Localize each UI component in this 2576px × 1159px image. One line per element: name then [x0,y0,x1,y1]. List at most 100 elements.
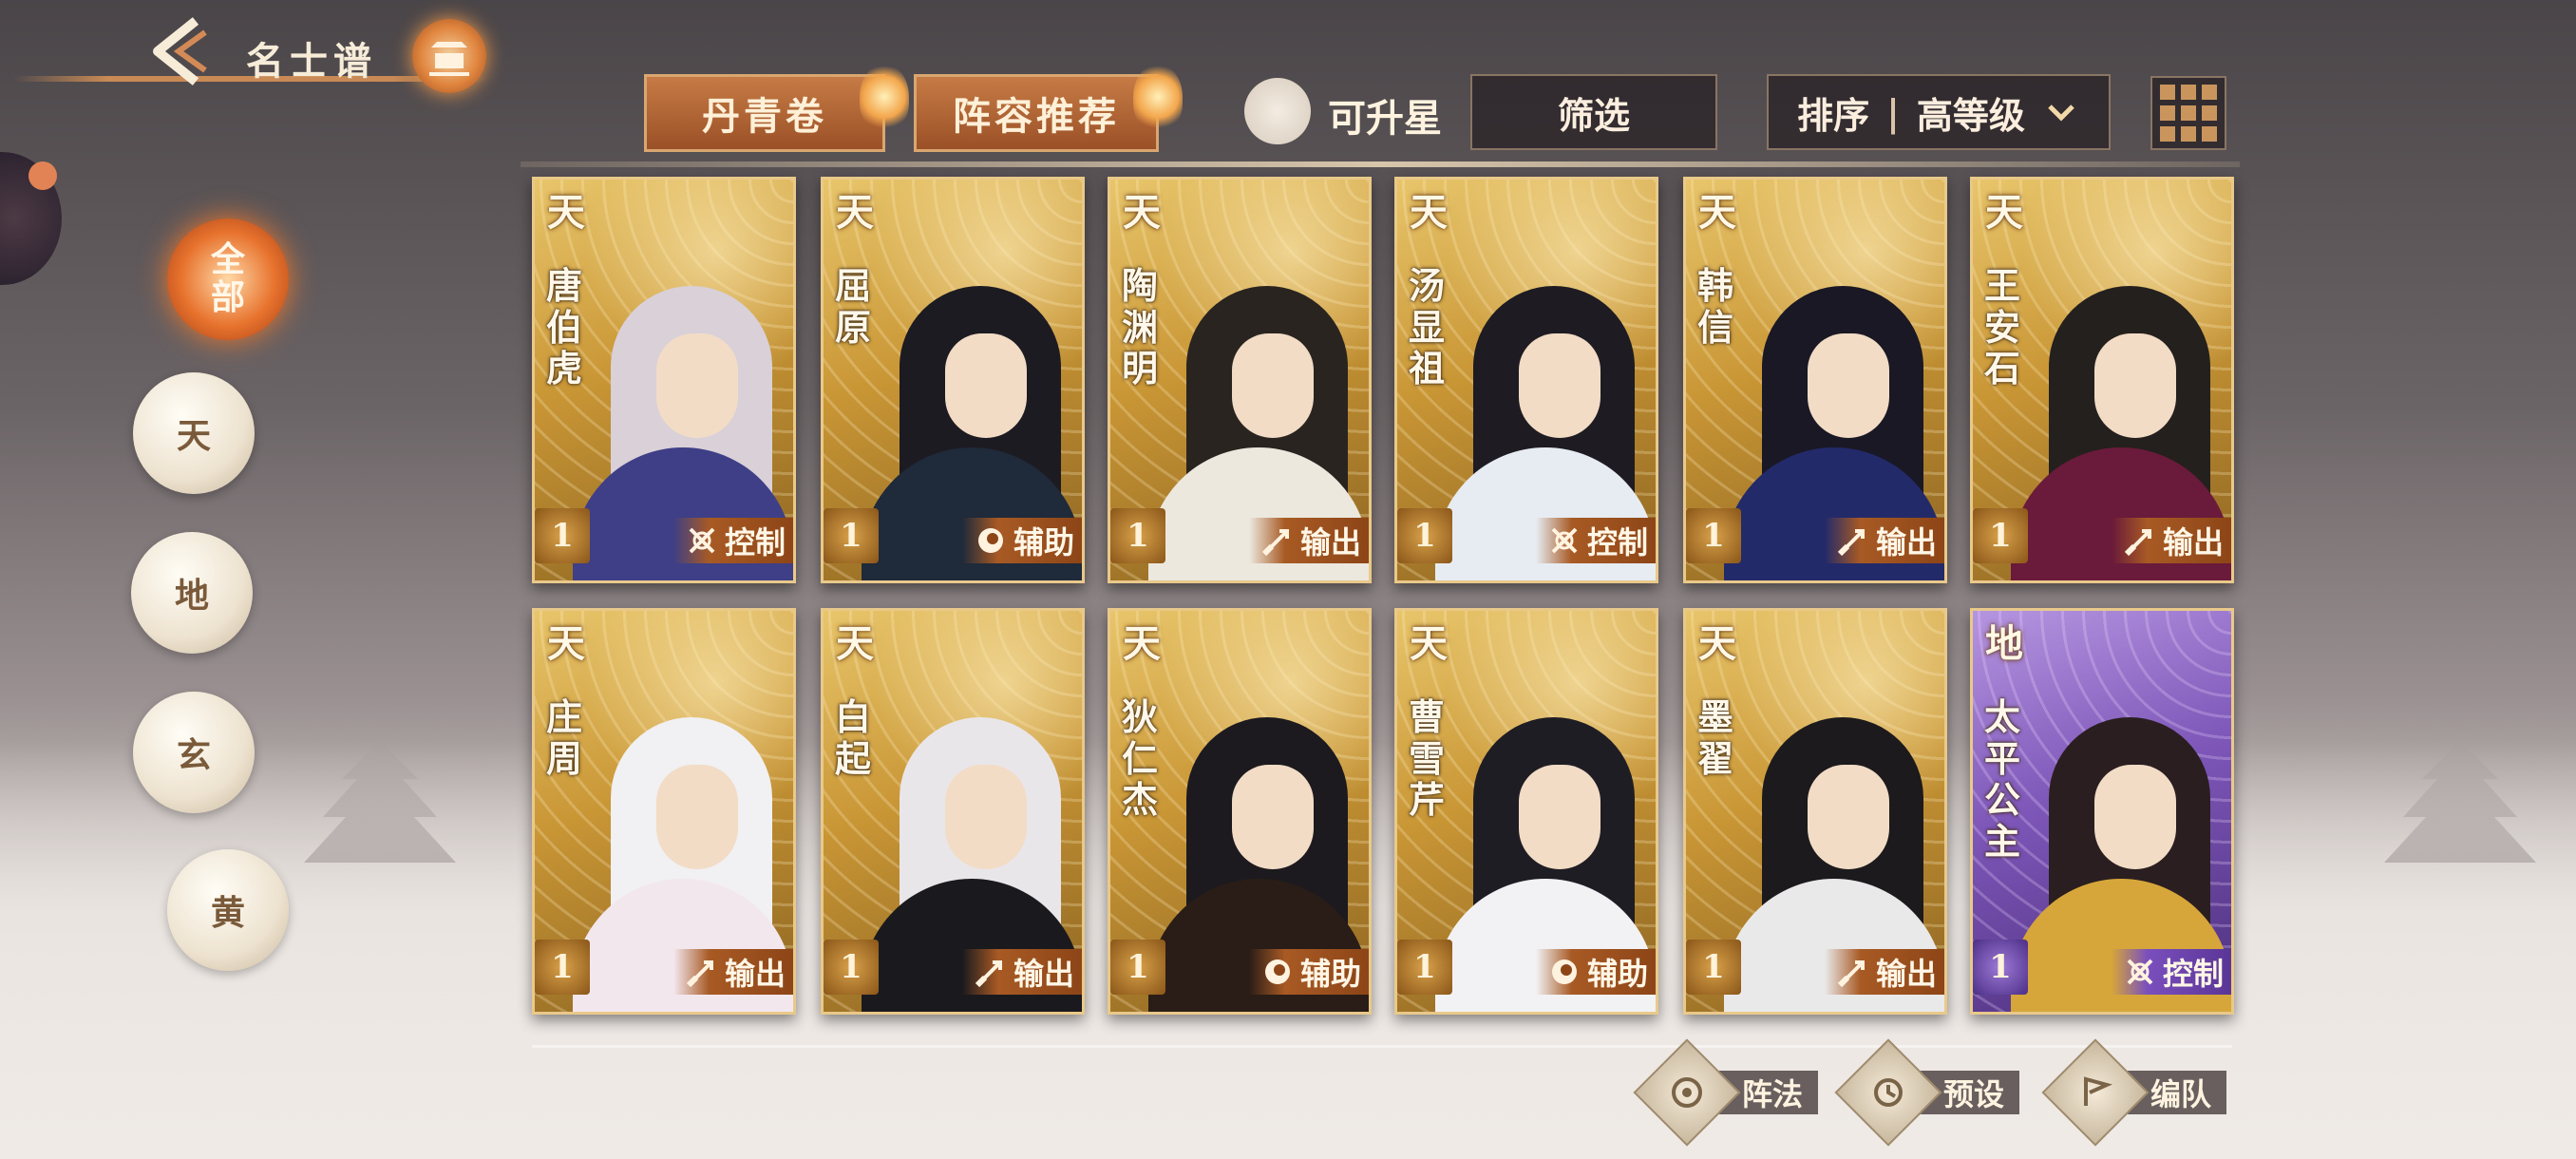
hero-name: 屈原 [834,264,871,349]
rank-badge: 天 [1698,190,1736,235]
hero-card[interactable]: 天 屈原 1 辅助 [821,177,1085,583]
grid-view-icon[interactable] [2150,76,2226,150]
rank-badge: 天 [1698,621,1736,666]
star-level: 1 [535,940,590,995]
pagoda-emblem-icon [412,19,486,93]
role-label: 输出 [1875,524,1937,560]
tab-lineup-label: 阵容推荐 [953,94,1120,139]
hero-name: 陶渊明 [1121,264,1158,390]
role-tag: 辅助 [961,518,1082,563]
role-tag: 控制 [2111,949,2231,995]
damage-icon [2124,529,2151,557]
filter-xuan[interactable]: 玄 [133,692,255,813]
hero-card[interactable]: 天 狄仁杰 1 辅助 [1108,608,1372,1015]
rank-badge: 天 [1410,621,1448,666]
sort-label: 排序 [1797,93,1870,137]
role-label: 输出 [2162,524,2224,560]
hero-card[interactable]: 天 陶渊明 1 输出 [1108,177,1372,583]
star-level: 1 [535,508,590,563]
star-level: 1 [824,508,879,563]
damage-icon [1261,529,1289,557]
rank-badge: 天 [1123,190,1161,235]
tab-danqing[interactable]: 丹青卷 [644,64,909,152]
hero-name: 王安石 [1983,264,2020,390]
tab-lineup[interactable]: 阵容推荐 [914,64,1183,152]
hero-card[interactable]: 天 汤显祖 1 控制 [1394,177,1658,583]
rank-badge: 天 [1123,621,1161,666]
filter-xuan-label: 玄 [176,735,211,775]
hero-card[interactable]: 天 墨翟 1 输出 [1683,608,1947,1015]
damage-icon [1837,529,1865,557]
sort-dropdown[interactable]: 排序 | 高等级 [1767,74,2111,150]
filter-button[interactable]: 筛选 [1470,74,1717,150]
hero-card[interactable]: 地 太平公主 1 控制 [1970,608,2234,1015]
filter-button-label: 筛选 [1557,93,1630,137]
filter-huang[interactable]: 黄 [167,849,289,971]
role-tag: 输出 [672,949,793,995]
role-label: 输出 [1013,956,1074,992]
filter-all[interactable]: 全部 [167,218,289,340]
rank-badge: 天 [547,190,585,235]
rank-badge: 天 [1410,190,1448,235]
tab-danqing-label: 丹青卷 [702,94,827,139]
preset-icon [1834,1038,1942,1147]
hero-card[interactable]: 天 唐伯虎 1 控制 [532,177,796,583]
rank-badge: 地 [1985,621,2023,666]
preset-button[interactable]: 预设 [1834,1038,2020,1147]
hero-name: 韩信 [1696,264,1733,349]
role-tag: 输出 [1824,949,1944,995]
side-ring-decoration [0,152,62,285]
role-label: 输出 [724,956,786,992]
grid-bottom-divider [532,1045,2232,1048]
team-flag-icon [2041,1038,2150,1147]
rank-badge: 天 [1985,190,2023,235]
toolbar-divider [521,162,2240,167]
hero-card[interactable]: 天 曹雪芹 1 辅助 [1394,608,1658,1015]
star-level: 1 [1686,940,1741,995]
hero-name: 墨翟 [1696,695,1733,780]
hero-card[interactable]: 天 庄周 1 输出 [532,608,796,1015]
role-tag: 控制 [1535,518,1656,563]
damage-icon [975,960,1002,988]
role-label: 辅助 [1013,524,1074,560]
star-level: 1 [1686,508,1741,563]
role-tag: 输出 [1248,518,1369,563]
back-arrow-icon[interactable] [137,13,213,89]
hero-name: 唐伯虎 [545,264,582,390]
role-label: 控制 [724,524,786,560]
filter-tian[interactable]: 天 [133,372,255,494]
hero-name: 白起 [834,695,871,780]
hero-name: 太平公主 [1983,695,2020,864]
title-bar: 名士谱 [13,13,488,93]
hero-name: 曹雪芹 [1408,695,1445,822]
upgradable-toggle[interactable] [1244,78,1311,144]
role-label: 辅助 [1299,956,1361,992]
filter-all-label: 全部 [210,239,245,317]
flame-icon [860,64,909,130]
filter-di[interactable]: 地 [131,532,253,654]
support-icon [977,528,1003,553]
role-label: 控制 [2162,956,2224,992]
page-title: 名士谱 [246,39,377,84]
chevron-down-icon [2048,104,2074,122]
rank-badge: 天 [836,190,874,235]
upgradable-toggle-label: 可升星 [1328,96,1442,141]
team-button[interactable]: 编队 [2041,1038,2227,1147]
hero-name: 庄周 [545,695,582,780]
rank-badge: 天 [547,621,585,666]
hero-card[interactable]: 天 王安石 1 输出 [1970,177,2234,583]
role-tag: 输出 [1824,518,1944,563]
formation-button[interactable]: 阵法 [1633,1038,1819,1147]
rank-badge: 天 [836,621,874,666]
sort-separator: | [1886,90,1900,134]
support-icon [1264,960,1290,984]
filter-di-label: 地 [174,576,209,616]
hero-card[interactable]: 天 白起 1 输出 [821,608,1085,1015]
filter-huang-label: 黄 [210,893,245,933]
role-tag: 输出 [961,949,1082,995]
control-icon [2127,959,2153,985]
role-tag: 控制 [672,518,793,563]
star-level: 1 [1110,508,1165,563]
hero-card[interactable]: 天 韩信 1 输出 [1683,177,1947,583]
hero-name: 汤显祖 [1408,264,1445,390]
